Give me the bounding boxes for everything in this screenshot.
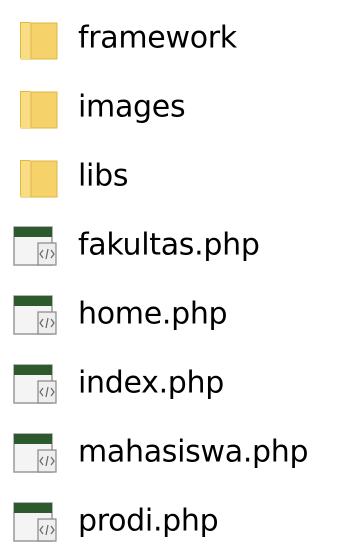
file-name: home.php [78, 295, 228, 331]
file-name: framework [78, 19, 237, 55]
file-name: prodi.php [78, 502, 219, 538]
list-item-index-php[interactable]: index.php [0, 349, 357, 418]
file-name: libs [78, 157, 129, 193]
file-name: mahasiswa.php [78, 433, 309, 469]
folder-icon [8, 152, 62, 202]
file-name: images [78, 88, 186, 124]
folder-icon [8, 14, 62, 64]
list-item-framework[interactable]: framework [0, 4, 357, 73]
list-item-libs[interactable]: libs [0, 142, 357, 211]
file-name: fakultas.php [78, 226, 260, 262]
list-item-prodi-php[interactable]: prodi.php [0, 487, 357, 556]
php-file-icon [8, 428, 62, 478]
list-item-home-php[interactable]: home.php [0, 280, 357, 349]
list-item-fakultas-php[interactable]: fakultas.php [0, 211, 357, 280]
file-list: framework images libs fakultas.php home.… [0, 4, 357, 556]
php-file-icon [8, 221, 62, 271]
file-name: index.php [78, 364, 225, 400]
list-item-images[interactable]: images [0, 73, 357, 142]
php-file-icon [8, 497, 62, 547]
list-item-mahasiswa-php[interactable]: mahasiswa.php [0, 418, 357, 487]
php-file-icon [8, 290, 62, 340]
folder-icon [8, 83, 62, 133]
php-file-icon [8, 359, 62, 409]
